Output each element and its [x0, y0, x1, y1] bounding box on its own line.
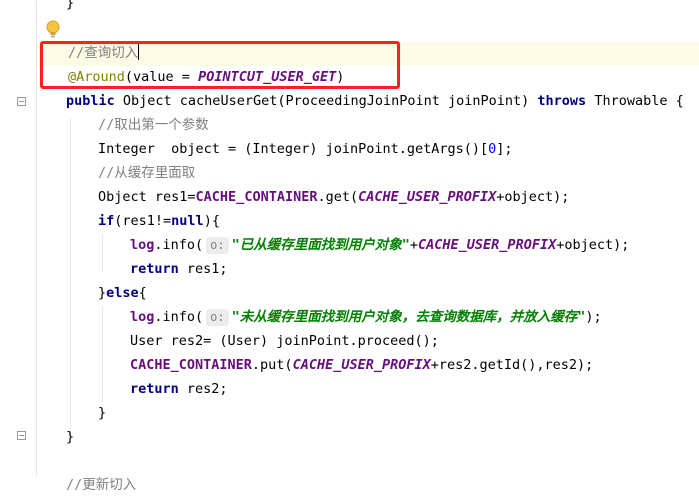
code-token: ]; [496, 141, 513, 157]
code-token: if [98, 213, 115, 229]
code-token: return [130, 261, 187, 277]
code-token: User res2= (User) joinPoint.proceed(); [130, 333, 439, 349]
code-token: ){ [203, 213, 220, 229]
code-token: + [409, 237, 419, 253]
code-token: "未从缓存里面找到用户对象，去查询数据库，并放入缓存" [231, 309, 586, 325]
code-line[interactable]: return res2; [130, 378, 228, 400]
code-line[interactable]: //从缓存里面取 [98, 162, 195, 184]
parameter-hint: o: [206, 309, 229, 326]
code-token: .get( [317, 189, 359, 205]
code-token: } [66, 429, 75, 445]
code-line[interactable]: log.info(o: "已从缓存里面找到用户对象"+CACHE_USER_PRO… [130, 234, 629, 256]
code-token: CACHE_USER_PROFIX [418, 237, 557, 253]
code-token: //取出第一个参数 [98, 117, 209, 133]
code-token: //更新切入 [66, 477, 137, 493]
code-token: +res2.getId(),res2); [430, 357, 594, 373]
code-token: +object); [556, 237, 630, 253]
editor-gutter [0, 0, 37, 476]
code-token: CACHE_USER_PROFIX [358, 189, 497, 205]
code-token: Throwable { [594, 93, 684, 109]
code-line[interactable]: if(res1!=null){ [98, 210, 220, 232]
indent-guide [102, 234, 103, 272]
code-token: CACHE_USER_PROFIX [292, 357, 431, 373]
code-token: .info( [154, 237, 204, 253]
code-token: log [130, 237, 155, 253]
code-token: return [130, 381, 187, 397]
code-line[interactable]: //取出第一个参数 [98, 114, 209, 136]
code-token: .put( [251, 357, 293, 373]
code-line[interactable]: public Object cacheUserGet(ProceedingJoi… [66, 90, 684, 112]
code-line[interactable]: } [66, 0, 74, 14]
fold-toggle-icon[interactable] [17, 431, 26, 440]
indent-guide [102, 306, 103, 402]
indent-guide [70, 118, 71, 440]
code-token: CACHE_CONTAINER [195, 189, 318, 205]
fold-toggle-icon[interactable] [17, 97, 26, 106]
code-token: "已从缓存里面找到用户对象" [231, 237, 410, 253]
code-token: } [66, 0, 75, 11]
parameter-hint: o: [206, 237, 229, 254]
code-token: res2; [186, 381, 228, 397]
code-line[interactable]: return res1; [130, 258, 228, 280]
code-token: else [106, 285, 139, 301]
code-line[interactable]: log.info(o: "未从缓存里面找到用户对象，去查询数据库，并放入缓存"); [130, 306, 602, 328]
code-token: ); [585, 309, 602, 325]
code-line[interactable]: } [98, 402, 106, 424]
code-line[interactable]: //更新切入 [66, 474, 136, 496]
code-line[interactable]: CACHE_CONTAINER.put(CACHE_USER_PROFIX+re… [130, 354, 593, 376]
code-token: //从缓存里面取 [98, 165, 196, 181]
lightbulb-icon[interactable] [46, 20, 60, 40]
code-line[interactable]: User res2= (User) joinPoint.proceed(); [130, 330, 439, 352]
code-token: } [98, 405, 107, 421]
code-line[interactable]: Integer object = (Integer) joinPoint.get… [98, 138, 513, 160]
code-token: Object cacheUserGet(ProceedingJoinPoint … [122, 93, 538, 109]
code-token: +object); [496, 189, 570, 205]
highlight-box [40, 41, 400, 89]
code-line[interactable]: Object res1=CACHE_CONTAINER.get(CACHE_US… [98, 186, 569, 208]
code-token: (res1!= [114, 213, 172, 229]
code-token: throws [537, 93, 595, 109]
code-token: Integer object = (Integer) joinPoint.get… [98, 141, 489, 157]
code-token: .info( [154, 309, 204, 325]
code-token: public [66, 93, 123, 109]
code-token: log [130, 309, 155, 325]
code-token: null [171, 213, 204, 229]
code-token: { [138, 285, 147, 301]
code-line[interactable]: } [66, 426, 74, 448]
code-token: CACHE_CONTAINER [130, 357, 252, 373]
code-token: } [98, 285, 107, 301]
code-line[interactable]: }else{ [98, 282, 147, 304]
code-token: res1; [186, 261, 228, 277]
code-token: Object res1= [98, 189, 196, 205]
